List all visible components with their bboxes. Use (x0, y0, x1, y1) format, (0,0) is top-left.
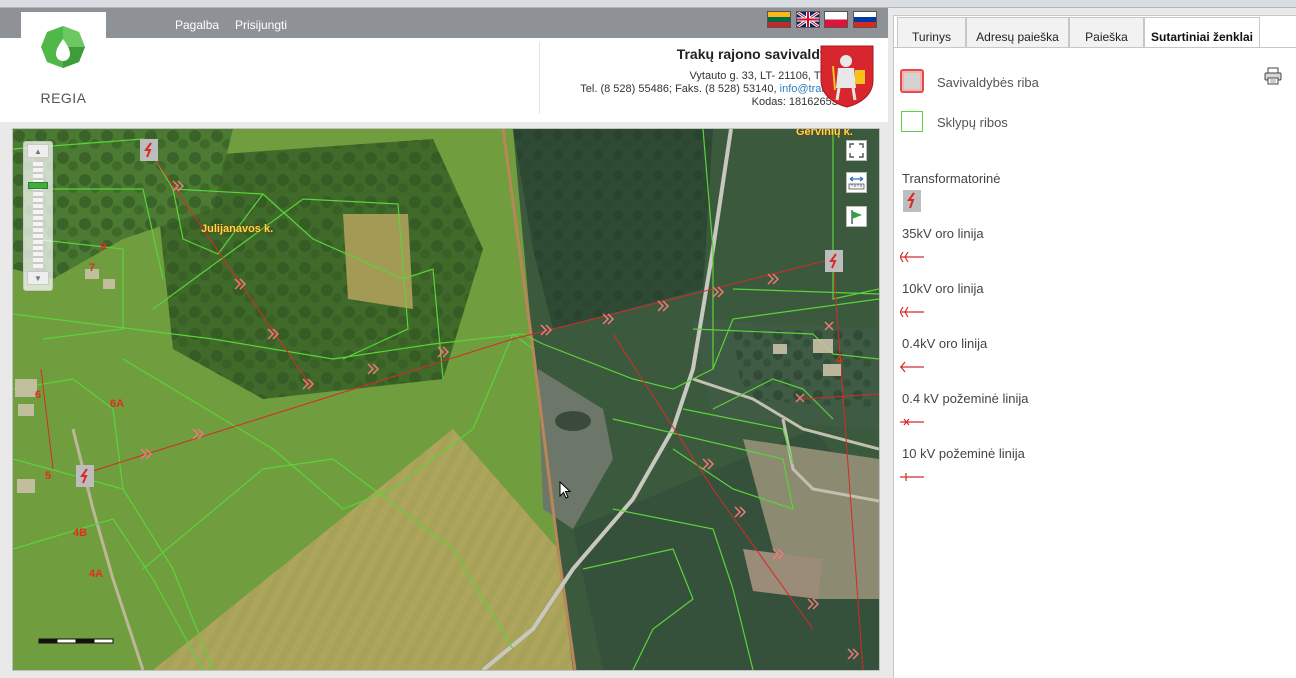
tab-sutartiniai-zenklai[interactable]: Sutartiniai ženklai (1144, 17, 1260, 48)
legend-10kv-underground-label: 10 kV požeminė linija (902, 446, 1025, 461)
tab-paieska[interactable]: Paieška (1069, 17, 1144, 48)
print-button[interactable] (1263, 66, 1283, 85)
flag-marker-icon (851, 210, 862, 224)
zoom-in-button[interactable]: ▲ (27, 144, 49, 158)
regia-logo[interactable]: REGIA (21, 12, 106, 116)
ruler-icon (848, 176, 865, 190)
map-number-label: 4A (89, 568, 104, 580)
top-navbar (0, 8, 888, 38)
map-number-label: 9 (100, 241, 107, 253)
map-number-label: 6 (35, 389, 42, 401)
legend-10kv-underground-icon (900, 473, 924, 481)
tab-turinys[interactable]: Turinys (897, 17, 966, 48)
legend-parcel-boundaries-swatch (901, 111, 923, 132)
legend-35kv-line-icon (900, 251, 924, 263)
legend-35kv-line-label: 35kV oro linija (902, 226, 984, 241)
zoom-control: ▲ ▼ (23, 141, 53, 291)
help-link[interactable]: Pagalba (175, 18, 219, 32)
header-divider (539, 42, 540, 114)
tab-bar-baseline (894, 47, 1296, 48)
legend-10kv-line-label: 10kV oro linija (902, 281, 984, 296)
fullscreen-button[interactable] (846, 140, 867, 161)
fullscreen-icon (849, 143, 864, 158)
regia-logo-text: REGIA (40, 90, 87, 106)
flag-russia-icon[interactable] (853, 11, 877, 28)
zoom-out-button[interactable]: ▼ (27, 271, 49, 285)
map-number-label: 6A (110, 398, 125, 410)
flag-uk-icon[interactable] (796, 10, 820, 29)
tab-adresu-paieska[interactable]: Adresų paieška (966, 17, 1069, 48)
map-number-label: 4B (73, 527, 88, 539)
place-marker-button[interactable] (846, 206, 867, 227)
map-place-label-julijanavos: Julijanavos k. (201, 223, 274, 235)
legend-municipality-boundary-label: Savivaldybės riba (937, 75, 1039, 90)
legend-04kv-underground-label: 0.4 kV požeminė linija (902, 391, 1029, 406)
trakai-coat-of-arms-icon (820, 45, 874, 108)
map-number-label: 4 (836, 354, 843, 366)
zoom-slider-handle[interactable] (28, 182, 48, 189)
municipality-contacts: Tel. (8 528) 55486; Faks. (8 528) 53140,… (580, 83, 844, 95)
legend-04kv-line-icon (900, 361, 924, 373)
legend-transformer-icon (903, 190, 921, 212)
measure-button[interactable] (846, 172, 867, 193)
browser-top-strip (0, 0, 1296, 8)
mouse-cursor-icon (559, 481, 572, 499)
legend-parcel-boundaries-label: Sklypų ribos (937, 115, 1008, 130)
map-viewport[interactable]: Julijanavos k. Gervinių k. 9 7 6 6A 5 4B… (12, 128, 880, 671)
login-link[interactable]: Prisijungti (235, 18, 287, 32)
map-place-label-gerviniu: Gervinių k. (796, 128, 853, 138)
legend-10kv-line-icon (900, 306, 924, 318)
flag-lithuania-icon[interactable] (767, 11, 791, 28)
flag-poland-icon[interactable] (824, 11, 848, 28)
printer-icon (1264, 67, 1282, 85)
municipality-phone: Tel. (8 528) 55486; Faks. (8 528) 53140, (580, 83, 780, 95)
legend-municipality-boundary-swatch (900, 69, 924, 93)
legend-04kv-line-label: 0.4kV oro linija (902, 336, 988, 351)
map-canvas[interactable] (13, 129, 879, 670)
map-number-label: 7 (89, 262, 96, 274)
legend-04kv-underground-icon (900, 418, 924, 426)
zoom-slider-track[interactable] (33, 162, 43, 268)
legend-transformer-label: Transformatorinė (902, 171, 1001, 186)
map-number-label: 5 (45, 470, 52, 482)
regia-logo-icon (41, 26, 85, 68)
